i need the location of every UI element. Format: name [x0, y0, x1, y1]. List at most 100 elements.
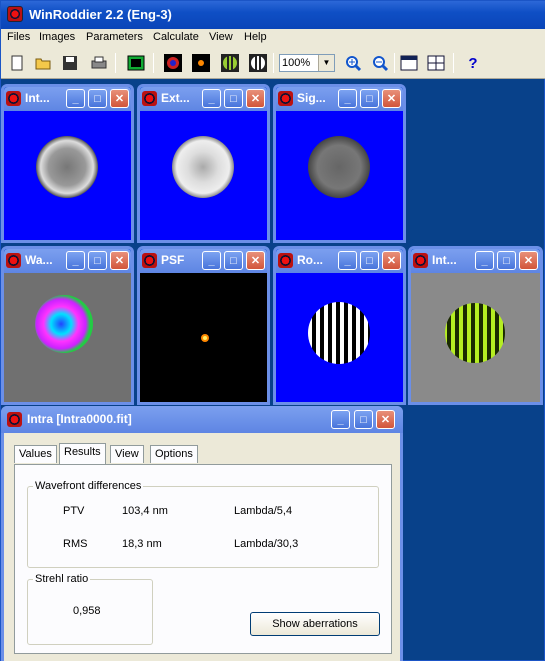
- zoom-out-icon[interactable]: [369, 52, 391, 74]
- menubar: Files Images Parameters Calculate View H…: [1, 29, 545, 47]
- menu-parameters[interactable]: Parameters: [86, 31, 143, 43]
- dialog-title: Intra [Intra0000.fit]: [27, 412, 132, 426]
- maximize-icon[interactable]: □: [88, 89, 107, 108]
- minimize-icon[interactable]: _: [338, 89, 357, 108]
- maximize-icon[interactable]: □: [360, 251, 379, 270]
- ptv-value: 103,4 nm: [122, 505, 168, 517]
- app-titlebar: WinRoddier 2.2 (Eng-3): [1, 1, 545, 29]
- ronchi-green-icon[interactable]: [219, 52, 241, 74]
- minimize-icon[interactable]: _: [66, 89, 85, 108]
- wavefront-group: Wavefront differences: [27, 480, 379, 568]
- wavefront-icon[interactable]: [162, 52, 184, 74]
- maximize-icon[interactable]: □: [224, 251, 243, 270]
- open-folder-icon[interactable]: [32, 52, 54, 74]
- window-title: Wa...: [25, 253, 53, 267]
- close-icon[interactable]: ✕: [519, 251, 538, 270]
- close-icon[interactable]: ✕: [376, 410, 395, 429]
- show-aberrations-button[interactable]: Show aberrations: [250, 612, 380, 636]
- ronchi-green-image: [411, 273, 540, 402]
- filter-icon[interactable]: [125, 52, 147, 74]
- window-app-icon: [142, 253, 157, 268]
- window-title: PSF: [161, 253, 185, 267]
- window-app-icon: [413, 253, 428, 268]
- maximize-icon[interactable]: □: [360, 89, 379, 108]
- menu-help[interactable]: Help: [244, 31, 267, 43]
- tab-view[interactable]: View: [110, 445, 144, 463]
- tab-options[interactable]: Options: [150, 445, 198, 463]
- ronchi-bw-icon[interactable]: [247, 52, 269, 74]
- tile-horizontal-icon[interactable]: [398, 52, 420, 74]
- tab-values[interactable]: Values: [14, 445, 57, 463]
- window-title: Sig...: [297, 91, 326, 105]
- wavefront-group-title: Wavefront differences: [33, 480, 144, 492]
- strehl-value: 0,958: [73, 605, 101, 617]
- window-app-icon: [142, 91, 157, 106]
- intra-image: [4, 111, 131, 240]
- help-icon[interactable]: ?: [462, 52, 484, 74]
- maximize-icon[interactable]: □: [354, 410, 373, 429]
- toolbar: ?: [1, 47, 545, 79]
- app-title: WinRoddier 2.2 (Eng-3): [29, 7, 172, 22]
- window-ronchi-green[interactable]: Int... _ □ ✕: [408, 246, 543, 405]
- zoom-in-icon[interactable]: [342, 52, 364, 74]
- window-psf[interactable]: PSF _ □ ✕: [137, 246, 270, 405]
- ronchi-bw-image: [276, 273, 403, 402]
- rms-value: 18,3 nm: [122, 538, 162, 550]
- window-title: Int...: [25, 91, 50, 105]
- maximize-icon[interactable]: □: [224, 89, 243, 108]
- minimize-icon[interactable]: _: [475, 251, 494, 270]
- close-icon[interactable]: ✕: [382, 251, 401, 270]
- minimize-icon[interactable]: _: [331, 410, 350, 429]
- rms-lambda: Lambda/30,3: [234, 538, 299, 550]
- minimize-icon[interactable]: _: [338, 251, 357, 270]
- save-icon[interactable]: [59, 52, 81, 74]
- zoom-value: 100%: [282, 57, 311, 69]
- window-wavefront[interactable]: Wa... _ □ ✕: [1, 246, 134, 405]
- close-icon[interactable]: ✕: [382, 89, 401, 108]
- zoom-select[interactable]: 100% ▼: [279, 54, 335, 72]
- tile-grid-icon[interactable]: [425, 52, 447, 74]
- extra-image: [140, 111, 267, 240]
- window-signal[interactable]: Sig... _ □ ✕: [273, 84, 406, 243]
- minimize-icon[interactable]: _: [66, 251, 85, 270]
- rms-label: RMS: [63, 538, 88, 550]
- menu-calculate[interactable]: Calculate: [153, 31, 199, 43]
- new-file-icon[interactable]: [6, 52, 28, 74]
- window-app-icon: [6, 253, 21, 268]
- strehl-group-title: Strehl ratio: [33, 573, 91, 585]
- menu-view[interactable]: View: [209, 31, 233, 43]
- dialog-titlebar: Intra [Intra0000.fit] _ □ ✕: [1, 406, 403, 433]
- window-title: Ext...: [161, 91, 190, 105]
- window-title: Ro...: [297, 253, 323, 267]
- results-dialog: Intra [Intra0000.fit] _ □ ✕ Values Resul…: [1, 406, 403, 661]
- menu-files[interactable]: Files: [7, 31, 30, 43]
- ptv-label: PTV: [63, 505, 85, 517]
- close-icon[interactable]: ✕: [110, 251, 129, 270]
- ptv-lambda: Lambda/5,4: [234, 505, 293, 517]
- print-icon[interactable]: [88, 52, 110, 74]
- wavefront-image: [4, 273, 131, 402]
- maximize-icon[interactable]: □: [497, 251, 516, 270]
- window-ronchi-bw[interactable]: Ro... _ □ ✕: [273, 246, 406, 405]
- psf-image: [140, 273, 267, 402]
- psf-icon[interactable]: [190, 52, 212, 74]
- signal-image: [276, 111, 403, 240]
- chevron-down-icon[interactable]: ▼: [318, 55, 334, 71]
- minimize-icon[interactable]: _: [202, 251, 221, 270]
- window-title: Int...: [432, 253, 457, 267]
- dialog-body: Values Results View Options Wavefront di…: [4, 433, 400, 661]
- results-tab-pane: Wavefront differences PTV 103,4 nm Lambd…: [14, 464, 392, 654]
- close-icon[interactable]: ✕: [246, 251, 265, 270]
- window-app-icon: [6, 91, 21, 106]
- maximize-icon[interactable]: □: [88, 251, 107, 270]
- close-icon[interactable]: ✕: [110, 89, 129, 108]
- menu-images[interactable]: Images: [39, 31, 75, 43]
- dialog-app-icon: [7, 412, 22, 427]
- app-logo-icon: [7, 6, 23, 22]
- window-extra[interactable]: Ext... _ □ ✕: [137, 84, 270, 243]
- app-window: WinRoddier 2.2 (Eng-3) Files Images Para…: [0, 0, 545, 661]
- window-intra[interactable]: Int... _ □ ✕: [1, 84, 134, 243]
- minimize-icon[interactable]: _: [202, 89, 221, 108]
- close-icon[interactable]: ✕: [246, 89, 265, 108]
- tab-results[interactable]: Results: [59, 443, 106, 464]
